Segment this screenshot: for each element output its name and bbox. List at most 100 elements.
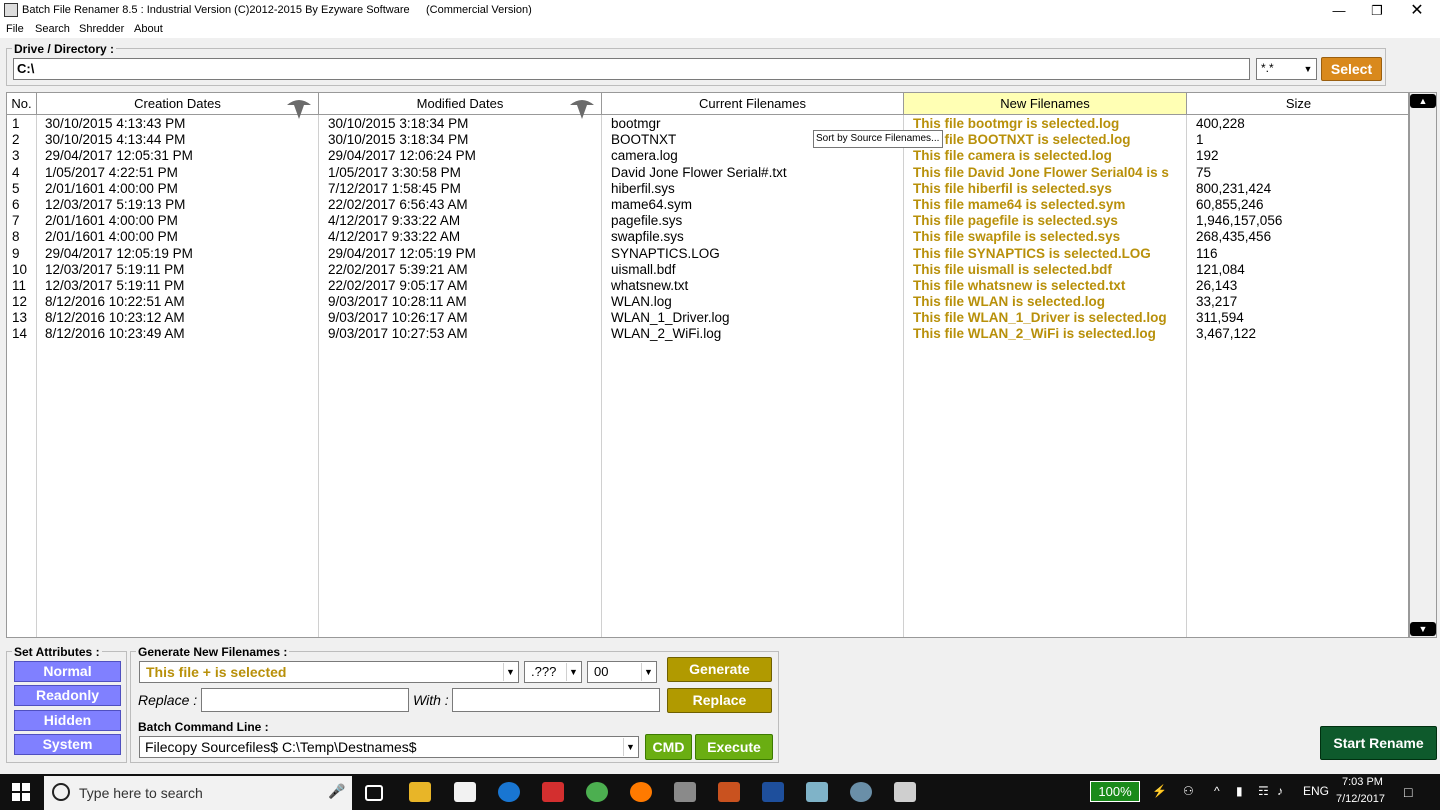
wifi-icon[interactable]: ☶ <box>1258 784 1269 798</box>
battery-percent[interactable]: 100% <box>1090 781 1140 802</box>
volume-icon[interactable]: ♪ <box>1277 784 1283 798</box>
new-filename: This file pagefile is selected.sys <box>913 213 1118 229</box>
extension-select[interactable]: .??? ▼ <box>524 661 582 683</box>
table-row[interactable]: 8 2/01/1601 4:00:00 PM 4/12/2017 9:33:22 A… <box>7 229 1408 245</box>
file-size: 121,084 <box>1196 261 1245 277</box>
header-size[interactable]: Size <box>1187 93 1408 115</box>
creation-date: 2/01/1601 4:00:00 PM <box>45 180 178 196</box>
readonly-attribute-button[interactable]: Readonly <box>14 685 121 706</box>
file-size: 3,467,122 <box>1196 326 1257 342</box>
system-attribute-button[interactable]: System <box>14 734 121 755</box>
table-row[interactable]: 7 2/01/1601 4:00:00 PM 4/12/2017 9:33:22 A… <box>7 213 1408 229</box>
app-orange-icon[interactable] <box>718 782 740 802</box>
table-row[interactable]: 10 12/03/2017 5:19:11 PM 22/02/2017 5:39:2… <box>7 261 1408 278</box>
replace-button[interactable]: Replace <box>667 688 772 713</box>
language-indicator[interactable]: ENG <box>1303 784 1329 798</box>
windows-start-icon[interactable] <box>12 783 30 801</box>
table-row[interactable]: 11 12/03/2017 5:19:11 PM 22/02/2017 9:05:1… <box>7 278 1408 294</box>
chrome-icon[interactable] <box>586 782 608 802</box>
menu-file[interactable]: File <box>6 23 24 35</box>
clock-time[interactable]: 7:03 PM <box>1342 776 1383 788</box>
app-round-icon[interactable] <box>850 782 872 802</box>
menu-shredder[interactable]: Shredder <box>79 23 124 35</box>
scroll-up-icon[interactable]: ▲ <box>1410 94 1436 108</box>
app-red-icon[interactable] <box>542 782 564 802</box>
header-no[interactable]: No. <box>7 93 37 115</box>
header-modified-dates-label: Modified Dates <box>416 96 504 111</box>
scroll-down-icon[interactable]: ▼ <box>1410 622 1436 636</box>
people-icon[interactable]: ⚇ <box>1183 784 1194 798</box>
current-filename: swapfile.sys <box>611 229 684 245</box>
file-size: 33,217 <box>1196 294 1238 310</box>
batch-command-value: Filecopy Sourcefiles$ C:\Temp\Destnames$ <box>145 739 417 755</box>
new-filename: This file WLAN is selected.log <box>913 294 1106 310</box>
chevron-down-icon[interactable]: ▼ <box>1301 60 1315 78</box>
header-new-filenames[interactable]: New Filenames <box>904 93 1187 115</box>
modified-date: 22/02/2017 5:39:21 AM <box>328 261 468 277</box>
hidden-attribute-button[interactable]: Hidden <box>14 710 121 731</box>
current-filename: WLAN_2_WiFi.log <box>611 326 722 342</box>
chevron-up-icon[interactable]: ^ <box>1214 784 1220 798</box>
with-input[interactable] <box>452 688 660 712</box>
app-gray-icon[interactable] <box>674 782 696 802</box>
creation-date: 30/10/2015 4:13:43 PM <box>45 116 186 131</box>
table-row[interactable]: 13 8/12/2016 10:23:12 AM 9/03/2017 10:26:1… <box>7 310 1408 326</box>
batch-renamer-taskbar-icon[interactable] <box>894 782 916 802</box>
execute-button[interactable]: Execute <box>695 734 773 760</box>
current-filename: pagefile.sys <box>611 213 683 229</box>
table-row[interactable]: 3 29/04/2017 12:05:31 PM 29/04/2017 12:06:… <box>7 148 1408 164</box>
chevron-down-icon[interactable]: ▼ <box>566 663 580 681</box>
chevron-down-icon[interactable]: ▼ <box>503 663 517 681</box>
file-explorer-icon[interactable] <box>409 782 431 802</box>
app-blue-icon[interactable] <box>806 782 828 802</box>
store-icon[interactable] <box>454 782 476 802</box>
notification-icon[interactable]: □ <box>1404 784 1412 800</box>
header-modified-dates[interactable]: Modified Dates <box>319 93 602 119</box>
table-scrollbar[interactable]: ▲ ▼ <box>1409 92 1437 638</box>
table-row[interactable]: 14 8/12/2016 10:23:49 AM 9/03/2017 10:27:5… <box>7 326 1408 342</box>
generate-button[interactable]: Generate <box>667 657 772 682</box>
table-row[interactable]: 2 30/10/2015 4:13:44 PM 30/10/2015 3:18:34… <box>7 132 1408 148</box>
current-filename: hiberfil.sys <box>611 180 675 196</box>
microphone-icon[interactable]: 🎤 <box>328 783 345 800</box>
filename-pattern-select[interactable]: This file + is selected ▼ <box>139 661 519 683</box>
powershell-icon[interactable] <box>762 782 784 802</box>
table-row[interactable]: 12 8/12/2016 10:22:51 AM 9/03/2017 10:28:1… <box>7 294 1408 310</box>
table-row[interactable]: 4 1/05/2017 4:22:51 PM 1/05/2017 3:30:58 P… <box>7 164 1408 181</box>
new-filename: This file hiberfil is selected.sys <box>913 180 1112 196</box>
modified-date: 7/12/2017 1:58:45 PM <box>328 180 461 196</box>
table-row[interactable]: 1 30/10/2015 4:13:43 PM 30/10/2015 3:18:34… <box>7 116 1408 132</box>
clock-date[interactable]: 7/12/2017 <box>1336 793 1385 805</box>
file-mask-select[interactable]: *.* ▼ <box>1256 58 1317 80</box>
battery-icon[interactable]: ▮ <box>1236 784 1243 798</box>
cmd-button[interactable]: CMD <box>645 734 692 760</box>
edge-icon[interactable] <box>498 782 520 802</box>
select-button[interactable]: Select <box>1321 57 1382 81</box>
header-current-filenames[interactable]: Current Filenames <box>602 93 904 115</box>
batch-label: Batch Command Line : <box>136 720 271 734</box>
batch-command-select[interactable]: Filecopy Sourcefiles$ C:\Temp\Destnames$… <box>139 736 639 758</box>
new-filename: This file SYNAPTICS is selected.LOG <box>913 245 1151 261</box>
chevron-down-icon[interactable]: ▼ <box>641 663 655 681</box>
window-subtitle: (Commercial Version) <box>426 4 532 16</box>
firefox-icon[interactable] <box>630 782 652 802</box>
replace-input[interactable] <box>201 688 409 712</box>
table-row[interactable]: 6 12/03/2017 5:19:13 PM 22/02/2017 6:56:43… <box>7 197 1408 213</box>
new-filename: This file uismall is selected.bdf <box>913 261 1112 277</box>
table-row[interactable]: 5 2/01/1601 4:00:00 PM 7/12/2017 1:58:45 P… <box>7 180 1408 197</box>
modified-date: 1/05/2017 3:30:58 PM <box>328 164 461 180</box>
directory-input[interactable]: C:\ <box>13 58 1250 80</box>
chevron-down-icon[interactable]: ▼ <box>623 738 637 756</box>
normal-attribute-button[interactable]: Normal <box>14 661 121 682</box>
menu-about[interactable]: About <box>134 23 163 35</box>
close-button[interactable]: ✕ <box>1394 0 1440 22</box>
task-view-icon[interactable] <box>365 785 383 801</box>
number-select[interactable]: 00 ▼ <box>587 661 657 683</box>
file-mask-value: *.* <box>1261 61 1274 75</box>
creation-date: 12/03/2017 5:19:11 PM <box>45 261 185 277</box>
menu-search[interactable]: Search <box>35 23 70 35</box>
header-creation-dates[interactable]: Creation Dates <box>37 93 319 119</box>
start-rename-button[interactable]: Start Rename <box>1320 726 1437 760</box>
table-row[interactable]: 9 29/04/2017 12:05:19 PM 29/04/2017 12:05:… <box>7 245 1408 262</box>
power-icon[interactable]: ⚡ <box>1152 784 1167 798</box>
